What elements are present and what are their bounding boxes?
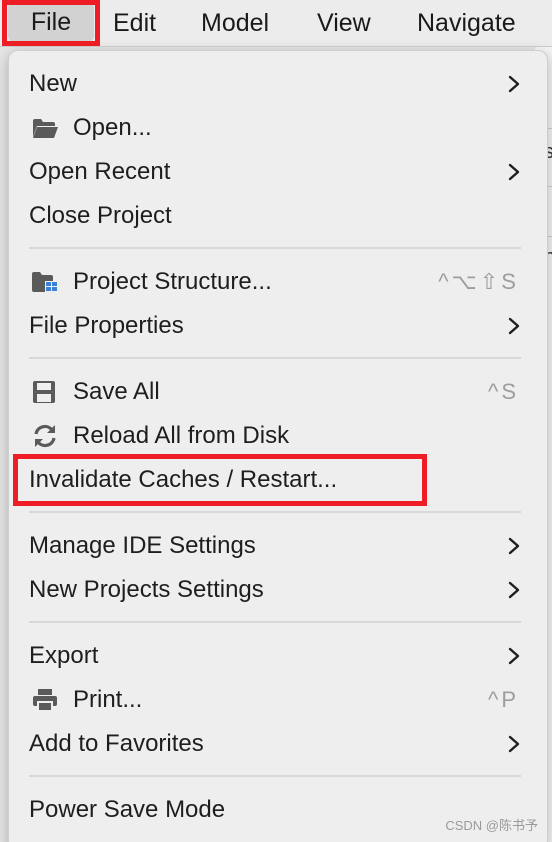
folder-icon (33, 119, 58, 138)
menu-item-label: Power Save Mode (29, 796, 226, 823)
file-menu: New Open... Open Recent Close Project Pr… (8, 50, 548, 842)
menu-item-label: Open Recent (29, 158, 171, 185)
menu-item-add-to-favorites[interactable]: Add to Favorites (9, 722, 547, 766)
menu-item-print[interactable]: Print... ^P (9, 678, 547, 722)
project-structure-icon (32, 272, 57, 292)
save-icon (33, 381, 55, 403)
menu-item-label: Add to Favorites (29, 730, 204, 757)
keyboard-shortcut: ^P (488, 687, 519, 712)
menu-bar: File Edit Model View Navigate (0, 0, 552, 47)
menu-separator (29, 621, 521, 623)
menu-item-project-structure[interactable]: Project Structure... ^⌥⇧S (9, 260, 547, 304)
menu-item-export[interactable]: Export (9, 634, 547, 678)
menu-item-label: Export (29, 642, 99, 669)
menu-item-label: Project Structure... (73, 268, 272, 295)
menubar-edit[interactable]: Edit (113, 0, 156, 46)
menu-item-new[interactable]: New (9, 62, 547, 106)
chevron-right-icon (508, 735, 520, 753)
chevron-right-icon (508, 537, 520, 555)
menu-item-manage-ide-settings[interactable]: Manage IDE Settings (9, 524, 547, 568)
menu-item-label: Invalidate Caches / Restart... (29, 466, 338, 493)
menu-separator (29, 357, 521, 359)
printer-icon (33, 689, 57, 712)
menu-item-label: Close Project (29, 202, 172, 229)
chevron-right-icon (508, 647, 520, 665)
menubar-model[interactable]: Model (201, 0, 269, 46)
menu-item-close-project[interactable]: Close Project (9, 194, 547, 238)
chevron-right-icon (508, 163, 520, 181)
menu-item-open[interactable]: Open... (9, 106, 547, 150)
menu-item-reload[interactable]: Reload All from Disk (9, 414, 547, 458)
menubar-file[interactable]: File (8, 2, 94, 42)
keyboard-shortcut: ^S (488, 379, 519, 404)
menu-item-invalidate-caches[interactable]: Invalidate Caches / Restart... (9, 458, 547, 502)
menu-item-save-all[interactable]: Save All ^S (9, 370, 547, 414)
watermark: CSDN @陈书予 (445, 818, 538, 833)
reload-icon (34, 424, 56, 448)
menu-separator (29, 247, 521, 249)
screen: s n File Edit Model View Navigate New Op… (0, 0, 552, 842)
menubar-view[interactable]: View (317, 0, 371, 46)
menu-item-new-projects-settings[interactable]: New Projects Settings (9, 568, 547, 612)
chevron-right-icon (508, 75, 520, 93)
menu-item-open-recent[interactable]: Open Recent (9, 150, 547, 194)
menu-item-label: Save All (73, 378, 160, 405)
menu-separator (29, 511, 521, 513)
menu-item-label: Manage IDE Settings (29, 532, 256, 559)
chevron-right-icon (508, 581, 520, 599)
menu-item-label: Reload All from Disk (73, 422, 290, 449)
chevron-right-icon (508, 317, 520, 335)
menu-item-label: New (29, 70, 78, 97)
menu-item-label: File Properties (29, 312, 184, 339)
menu-item-label: Open... (73, 114, 152, 141)
menu-separator (29, 775, 521, 777)
menubar-navigate[interactable]: Navigate (417, 0, 516, 46)
menu-item-file-properties[interactable]: File Properties (9, 304, 547, 348)
menu-item-label: Print... (73, 686, 143, 713)
menu-item-label: New Projects Settings (29, 576, 264, 603)
keyboard-shortcut: ^⌥⇧S (438, 269, 519, 294)
